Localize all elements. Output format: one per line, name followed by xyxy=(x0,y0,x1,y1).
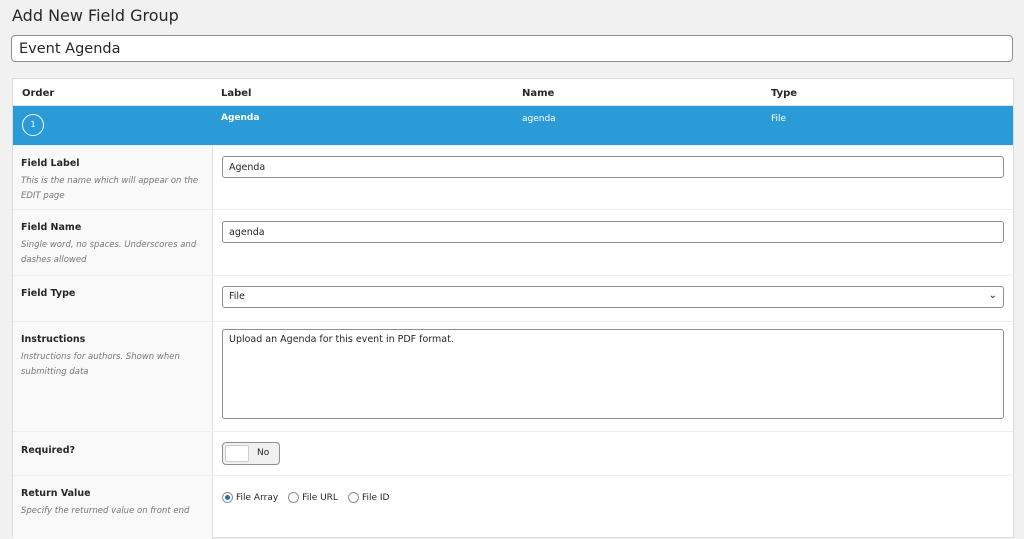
radio-label: File ID xyxy=(361,492,390,503)
radio-file-array[interactable]: File Array xyxy=(222,492,278,503)
setting-title: Field Type xyxy=(21,288,76,299)
selected-value: File xyxy=(229,291,245,302)
setting-title: Return Value xyxy=(21,488,91,499)
radio-unchecked-icon xyxy=(347,492,359,503)
setting-field-label: Field Label This is the name which will a… xyxy=(13,145,1013,209)
radio-label: File Array xyxy=(236,492,279,503)
radio-file-id[interactable]: File ID xyxy=(347,492,390,503)
chevron-down-icon: ⌄ xyxy=(988,290,997,301)
page-title: Add New Field Group xyxy=(12,6,179,25)
radio-label: File URL xyxy=(302,492,338,503)
column-name: Name xyxy=(522,88,555,99)
field-group-box: Order Label Name Type 1 Agenda agenda Fi… xyxy=(12,78,1014,539)
field-group-title-input[interactable] xyxy=(11,35,1013,62)
radio-checked-icon xyxy=(222,492,233,503)
field-label-link[interactable]: Agenda xyxy=(221,113,259,123)
fields-table-header: Order Label Name Type xyxy=(13,79,1013,106)
field-type-select[interactable]: File ⌄ xyxy=(222,286,1004,308)
setting-description: Specify the returned value on front end xyxy=(21,506,190,516)
setting-required: Required? No xyxy=(13,431,1013,475)
setting-description: Single word, no spaces. Underscores and … xyxy=(21,240,197,265)
field-row-agenda[interactable]: 1 Agenda agenda File xyxy=(13,106,1013,145)
required-toggle[interactable]: No xyxy=(222,442,280,465)
field-name-input[interactable] xyxy=(222,221,1004,243)
return-value-radios: File Array File URL File ID xyxy=(222,492,389,503)
column-label: Label xyxy=(221,88,252,99)
setting-title: Field Label xyxy=(21,158,80,169)
setting-title: Required? xyxy=(21,445,76,456)
field-type: File xyxy=(771,114,787,124)
setting-description: Instructions for authors. Shown when sub… xyxy=(21,352,180,377)
toggle-knob xyxy=(225,445,249,462)
setting-title: Instructions xyxy=(21,334,86,345)
field-name: agenda xyxy=(522,114,556,124)
column-type: Type xyxy=(771,88,798,99)
radio-file-url[interactable]: File URL xyxy=(288,492,338,503)
setting-description: This is the name which will appear on th… xyxy=(21,176,199,201)
toggle-text: No xyxy=(257,448,270,458)
setting-return-value: Return Value Specify the returned value o… xyxy=(13,475,1013,539)
setting-field-name: Field Name Single word, no spaces. Unders… xyxy=(13,209,1013,275)
field-order-handle[interactable]: 1 xyxy=(22,114,44,136)
instructions-textarea[interactable]: Upload an Agenda for this event in PDF f… xyxy=(222,329,1004,419)
column-order: Order xyxy=(22,88,55,99)
setting-instructions: Instructions Instructions for authors. Sh… xyxy=(13,321,1013,431)
radio-unchecked-icon xyxy=(288,492,300,503)
setting-title: Field Name xyxy=(21,222,82,233)
field-label-input[interactable] xyxy=(222,156,1004,178)
setting-field-type: Field Type File ⌄ xyxy=(13,275,1013,321)
